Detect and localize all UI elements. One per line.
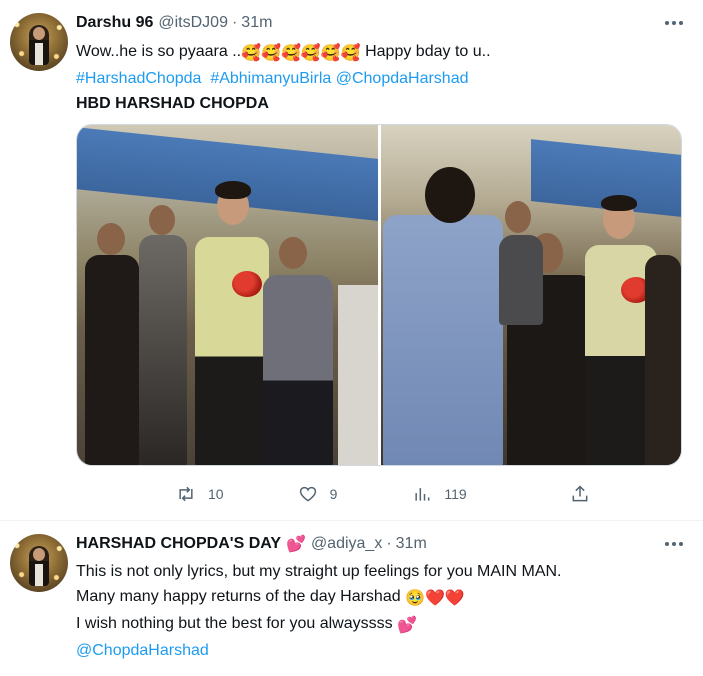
tweet-text-part: Many many happy returns of the day Harsh…	[76, 588, 406, 605]
avatar[interactable]	[10, 534, 68, 592]
tweet-line-1: This is not only lyrics, but my straight…	[76, 563, 562, 580]
retweet-count: 10	[208, 486, 224, 502]
two-hearts-emoji: 💕	[286, 536, 306, 553]
views-icon	[415, 488, 430, 501]
tweet-photo[interactable]	[380, 125, 681, 465]
tweet-header: HARSHAD CHOPDA'S DAY 💕 @adiya_x · 31m	[76, 533, 687, 555]
views-count: 119	[444, 486, 467, 502]
pleading-and-hearts-emoji: 🥹❤️❤️	[405, 590, 465, 607]
tweet-content: HARSHAD CHOPDA'S DAY 💕 @adiya_x · 31m Th…	[76, 533, 687, 676]
share-icon	[572, 485, 588, 502]
display-name[interactable]: HARSHAD CHOPDA'S DAY	[76, 535, 281, 553]
timestamp[interactable]: 31m	[396, 535, 427, 553]
timestamp[interactable]: 31m	[241, 14, 272, 32]
separator: ·	[231, 14, 238, 31]
like-button[interactable]: 9	[298, 484, 338, 504]
avatar-column	[10, 12, 76, 520]
tweet-line-1: Wow..he is so pyaara ..🥰🥰🥰🥰🥰🥰 Happy bday…	[76, 39, 687, 66]
retweet-button[interactable]: 10	[176, 484, 224, 504]
tweet-text: This is not only lyrics, but my straight…	[76, 559, 687, 663]
share-button[interactable]	[570, 484, 590, 504]
views-button[interactable]: 119	[412, 484, 467, 504]
tweet-line-3: HBD HARSHAD CHOPDA	[76, 95, 269, 112]
tweet-text-part: Happy bday to u..	[360, 43, 491, 60]
like-icon	[299, 486, 316, 502]
avatar[interactable]	[10, 13, 68, 71]
tweet-photo[interactable]	[77, 125, 378, 465]
tweet-text-part: I wish nothing but the best for you alwa…	[76, 615, 398, 632]
user-handle[interactable]: @itsDJ09	[158, 14, 228, 32]
user-handle[interactable]: @adiya_x	[311, 535, 382, 553]
tweet[interactable]: HARSHAD CHOPDA'S DAY 💕 @adiya_x · 31m Th…	[0, 521, 703, 676]
tweet-line-3: I wish nothing but the best for you alwa…	[76, 611, 687, 638]
like-count: 9	[329, 486, 338, 502]
two-hearts-emoji: 💕	[397, 617, 417, 634]
separator: ·	[386, 535, 392, 552]
mention-link[interactable]: @ChopdaHarshad	[76, 638, 687, 663]
tweet[interactable]: Darshu 96 @itsDJ09 · 31m Wow..he is so p…	[0, 0, 703, 521]
hashtag-link[interactable]: #HarshadChopda	[76, 70, 201, 87]
media-grid	[76, 124, 682, 466]
hashtag-link[interactable]: #AbhimanyuBirla	[210, 70, 331, 87]
tweet-actions: 10 9 119	[76, 484, 588, 504]
tweet-content: Darshu 96 @itsDJ09 · 31m Wow..he is so p…	[76, 12, 687, 520]
avatar-column	[10, 533, 76, 676]
tweet-text-part: Wow..he is so pyaara ..	[76, 43, 242, 60]
mention-link[interactable]: @ChopdaHarshad	[336, 70, 469, 87]
tweet-line-2: #HarshadChopda #AbhimanyuBirla @ChopdaHa…	[76, 66, 687, 91]
tweet-line-2: Many many happy returns of the day Harsh…	[76, 584, 687, 611]
tweet-header: Darshu 96 @itsDJ09 · 31m	[76, 12, 687, 34]
smiling-hearts-emoji: 🥰🥰🥰🥰🥰🥰	[241, 45, 361, 62]
more-options-icon[interactable]	[661, 533, 687, 555]
retweet-icon	[179, 486, 193, 502]
display-name[interactable]: Darshu 96	[76, 14, 153, 32]
more-options-icon[interactable]	[661, 12, 687, 34]
tweet-text: Wow..he is so pyaara ..🥰🥰🥰🥰🥰🥰 Happy bday…	[76, 39, 687, 116]
